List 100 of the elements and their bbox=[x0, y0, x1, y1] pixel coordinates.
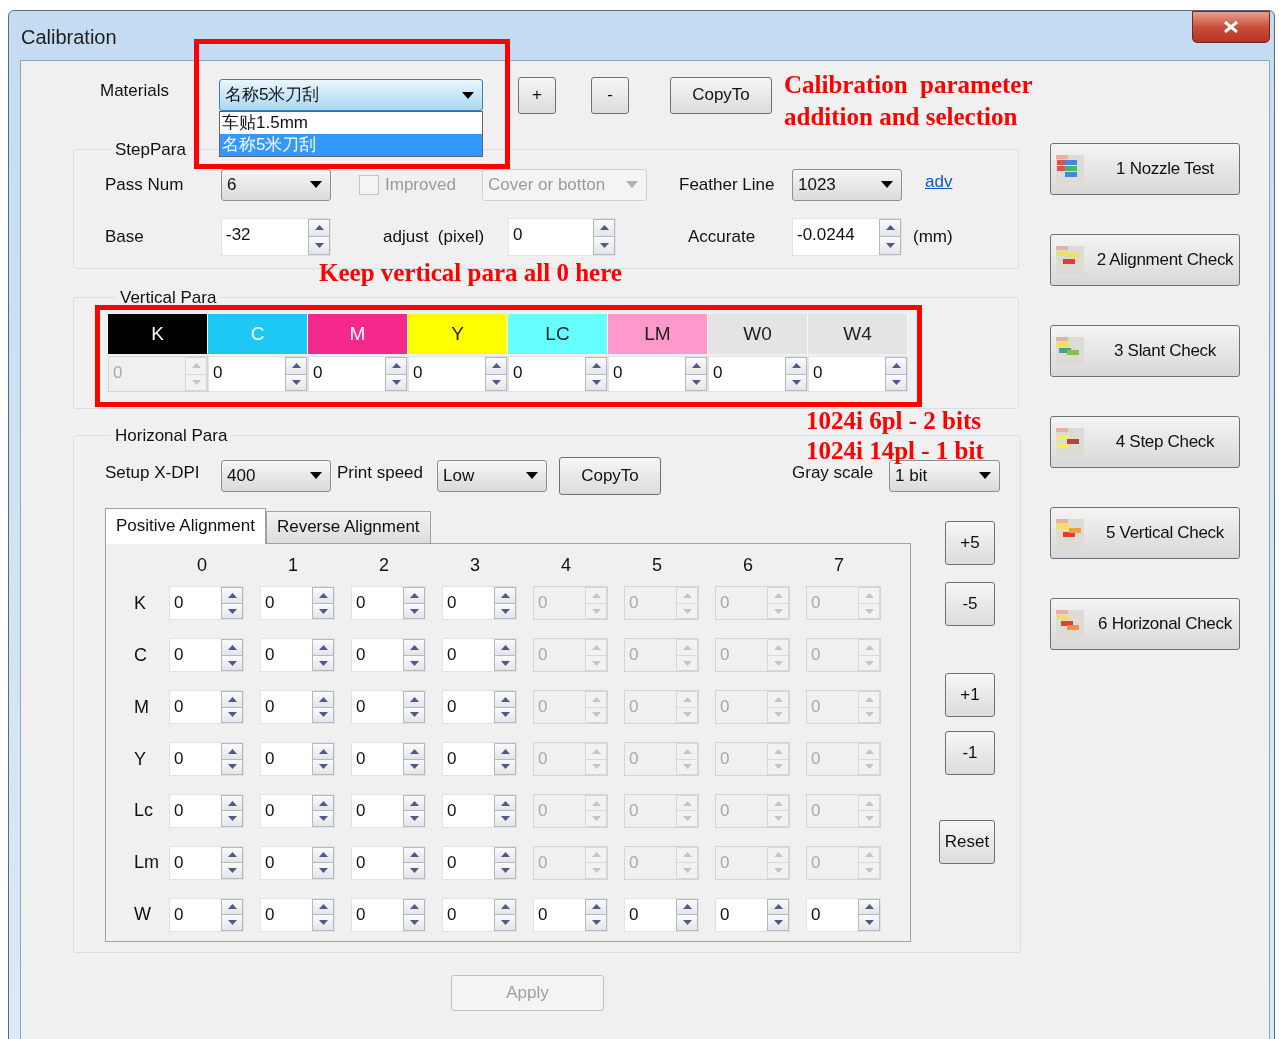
number-field[interactable]: 0 bbox=[442, 742, 517, 776]
spin-up-button[interactable] bbox=[494, 639, 516, 656]
spin-up-button[interactable] bbox=[221, 587, 243, 604]
spin-up-button[interactable] bbox=[494, 587, 516, 604]
button[interactable]: CopyTo bbox=[670, 76, 772, 114]
number-field[interactable]: 0 bbox=[351, 845, 426, 880]
spin-up-button[interactable] bbox=[403, 743, 425, 760]
number-field[interactable]: 0 bbox=[508, 217, 616, 256]
spin-up-button[interactable] bbox=[403, 794, 425, 812]
spin-down-button[interactable] bbox=[403, 811, 425, 827]
number-field[interactable]: 0 bbox=[169, 690, 244, 725]
spin-up-button[interactable] bbox=[685, 357, 707, 375]
spin-down-button[interactable] bbox=[312, 915, 334, 931]
spin-up-button[interactable] bbox=[485, 357, 507, 375]
button[interactable]: - bbox=[591, 76, 629, 114]
number-field[interactable]: 0 bbox=[442, 897, 517, 932]
number-field[interactable]: 0 bbox=[442, 793, 517, 828]
spin-up-button[interactable] bbox=[312, 587, 334, 604]
dropdown[interactable]: 400 bbox=[221, 459, 331, 492]
button[interactable]: -1 bbox=[945, 730, 995, 775]
number-field[interactable]: 0 bbox=[169, 793, 244, 828]
spin-up-button[interactable] bbox=[403, 691, 425, 708]
spin-up-button[interactable] bbox=[403, 639, 425, 656]
number-field[interactable]: 0 bbox=[806, 897, 881, 932]
spin-down-button[interactable] bbox=[494, 915, 516, 931]
spin-down-button[interactable] bbox=[221, 811, 243, 827]
check-button[interactable]: 1 Nozzle Test bbox=[1050, 143, 1240, 195]
number-field[interactable]: -32 bbox=[221, 217, 331, 256]
number-field[interactable]: 0 bbox=[708, 356, 808, 392]
check-button[interactable]: 2 Alignment Check bbox=[1050, 234, 1240, 286]
number-field[interactable]: 0 bbox=[260, 638, 335, 673]
spin-up-button[interactable] bbox=[403, 587, 425, 604]
number-field[interactable]: 0 bbox=[260, 897, 335, 932]
close-button[interactable] bbox=[1192, 11, 1270, 43]
spin-up-button[interactable] bbox=[858, 898, 880, 916]
spin-down-button[interactable] bbox=[221, 863, 243, 879]
spin-up-button[interactable] bbox=[312, 794, 334, 812]
number-field[interactable]: 0 bbox=[308, 356, 408, 392]
spin-down-button[interactable] bbox=[403, 915, 425, 931]
number-field[interactable]: 0 bbox=[351, 793, 426, 828]
spin-down-button[interactable] bbox=[585, 915, 607, 931]
spin-up-button[interactable] bbox=[221, 898, 243, 916]
spin-up-button[interactable] bbox=[494, 743, 516, 760]
spin-down-button[interactable] bbox=[308, 237, 330, 255]
spin-down-button[interactable] bbox=[858, 915, 880, 931]
number-field[interactable]: 0 bbox=[608, 356, 708, 392]
spin-up-button[interactable] bbox=[879, 218, 901, 237]
number-field[interactable]: 0 bbox=[351, 586, 426, 621]
number-field[interactable]: 0 bbox=[442, 638, 517, 673]
check-button[interactable]: 4 Step Check bbox=[1050, 416, 1240, 468]
number-field[interactable]: 0 bbox=[169, 638, 244, 673]
spin-up-button[interactable] bbox=[221, 743, 243, 760]
check-button[interactable]: 5 Vertical Check bbox=[1050, 507, 1240, 559]
dropdown[interactable]: 名称5米刀刮 bbox=[219, 79, 483, 111]
spin-up-button[interactable] bbox=[312, 691, 334, 708]
spin-up-button[interactable] bbox=[221, 794, 243, 812]
button[interactable]: + bbox=[518, 76, 556, 114]
spin-up-button[interactable] bbox=[593, 218, 615, 237]
spin-up-button[interactable] bbox=[312, 898, 334, 916]
spin-down-button[interactable] bbox=[879, 237, 901, 255]
number-field[interactable]: 0 bbox=[208, 356, 308, 392]
number-field[interactable]: 0 bbox=[260, 586, 335, 621]
number-field[interactable]: 0 bbox=[808, 356, 908, 392]
number-field[interactable]: 0 bbox=[351, 638, 426, 673]
spin-down-button[interactable] bbox=[403, 863, 425, 879]
spin-up-button[interactable] bbox=[312, 743, 334, 760]
spin-down-button[interactable] bbox=[221, 915, 243, 931]
number-field[interactable]: 0 bbox=[715, 897, 790, 932]
spin-up-button[interactable] bbox=[312, 639, 334, 656]
spin-up-button[interactable] bbox=[494, 898, 516, 916]
number-field[interactable]: 0 bbox=[260, 690, 335, 725]
spin-up-button[interactable] bbox=[221, 846, 243, 864]
number-field[interactable]: 0 bbox=[169, 897, 244, 932]
number-field[interactable]: 0 bbox=[351, 690, 426, 725]
dropdown[interactable]: 6 bbox=[221, 168, 331, 201]
number-field[interactable]: 0 bbox=[260, 742, 335, 776]
number-field[interactable]: 0 bbox=[533, 897, 608, 932]
button[interactable]: +1 bbox=[945, 672, 995, 717]
number-field[interactable]: 0 bbox=[351, 742, 426, 776]
spin-down-button[interactable] bbox=[312, 811, 334, 827]
adv-link[interactable]: adv bbox=[925, 168, 953, 195]
number-field[interactable]: 0 bbox=[442, 586, 517, 621]
spin-up-button[interactable] bbox=[494, 794, 516, 812]
check-button[interactable]: 3 Slant Check bbox=[1050, 325, 1240, 377]
button[interactable]: Reset bbox=[939, 819, 995, 864]
number-field[interactable]: 0 bbox=[508, 356, 608, 392]
spin-up-button[interactable] bbox=[312, 846, 334, 864]
number-field[interactable]: 0 bbox=[260, 793, 335, 828]
spin-up-button[interactable] bbox=[285, 357, 307, 375]
number-field[interactable]: 0 bbox=[442, 690, 517, 725]
spin-up-button[interactable] bbox=[494, 846, 516, 864]
spin-up-button[interactable] bbox=[676, 898, 698, 916]
spin-down-button[interactable] bbox=[593, 237, 615, 255]
spin-up-button[interactable] bbox=[308, 218, 330, 237]
spin-up-button[interactable] bbox=[494, 691, 516, 708]
number-field[interactable]: 0 bbox=[169, 845, 244, 880]
tab[interactable]: Reverse Alignment bbox=[265, 510, 431, 543]
number-field[interactable]: 0 bbox=[260, 845, 335, 880]
spin-up-button[interactable] bbox=[885, 357, 907, 375]
dropdown[interactable]: 1023 bbox=[792, 168, 902, 201]
